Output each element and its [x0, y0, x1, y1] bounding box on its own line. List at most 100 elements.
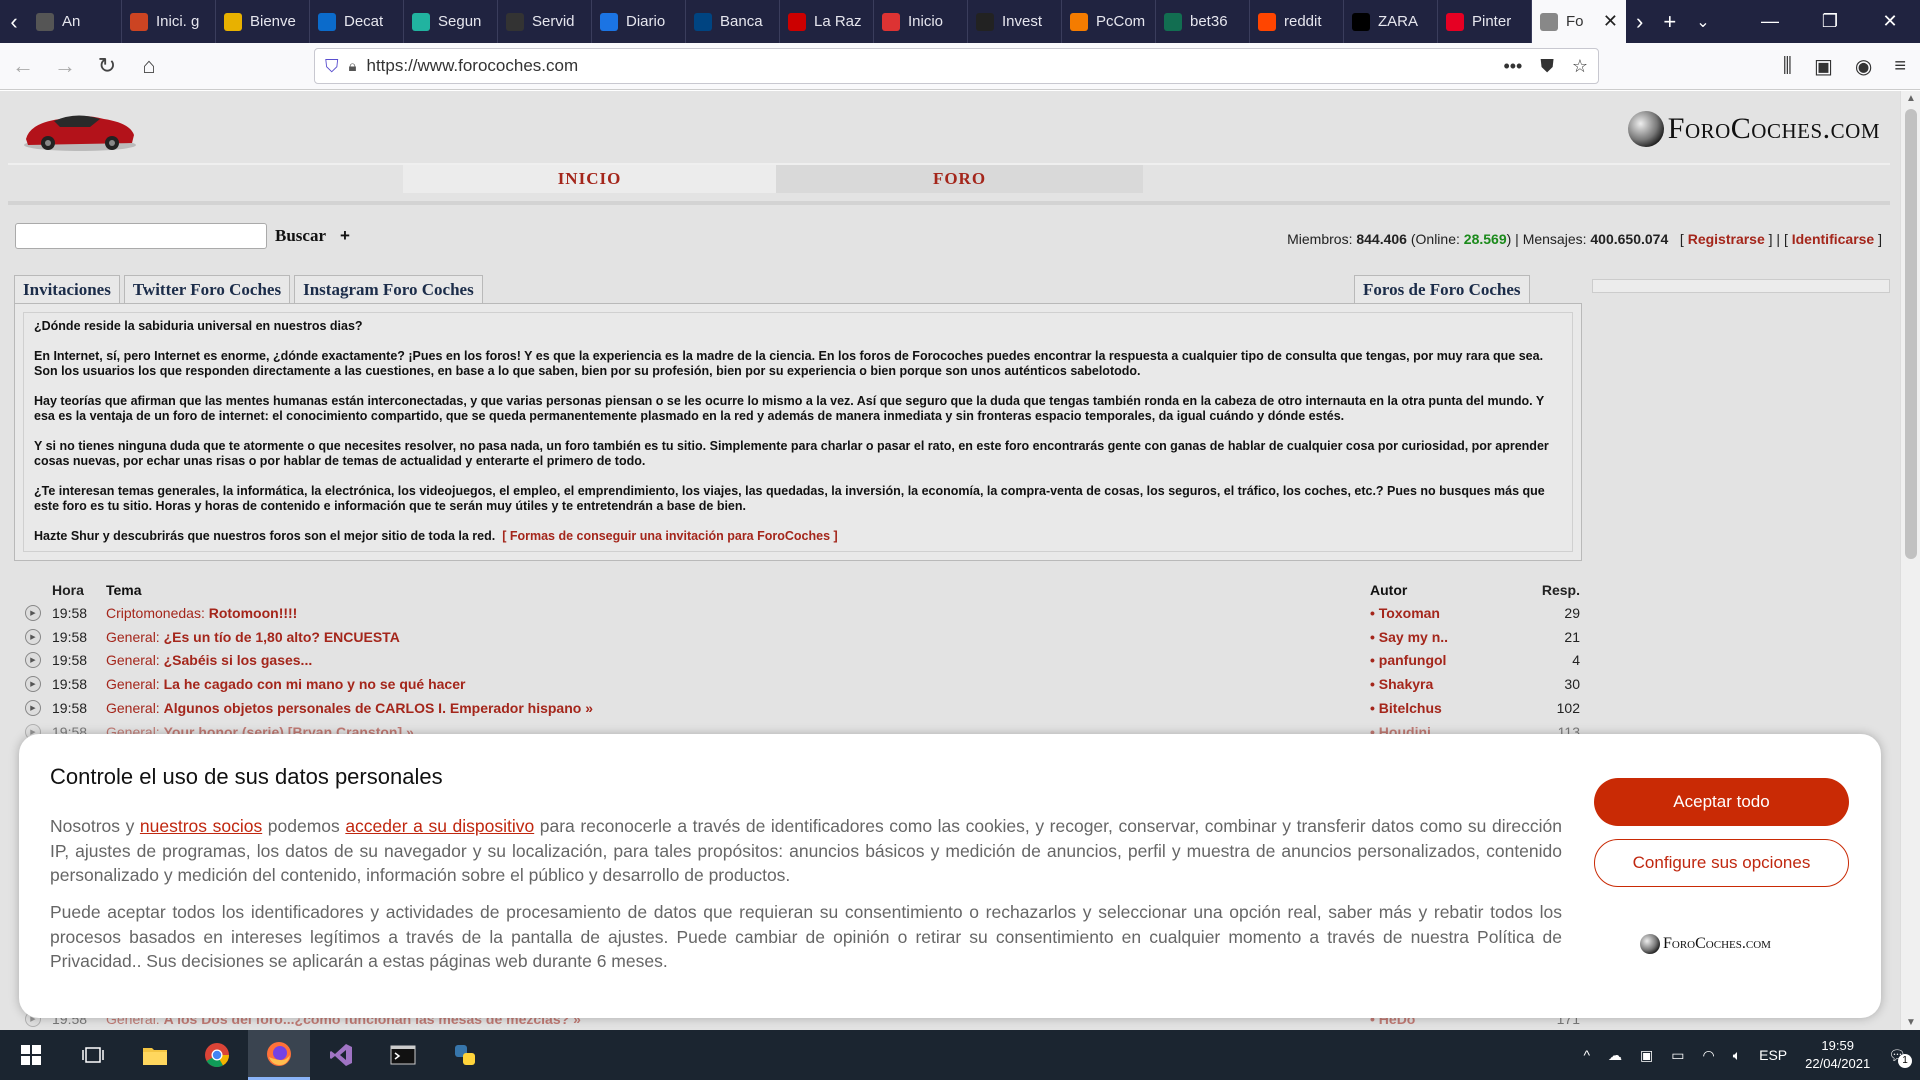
thread-title[interactable]: La he cagado con mi mano y no se qué hac… — [164, 676, 466, 692]
thread-autor-name[interactable]: Shakyra — [1379, 676, 1433, 692]
login-link[interactable]: Identificarse — [1792, 231, 1874, 247]
thread-title[interactable]: ¿Es un tío de 1,80 alto? ENCUESTA — [164, 629, 400, 645]
sidebar-icon[interactable]: ▣ — [1814, 54, 1833, 79]
thread-autor-name[interactable]: Say my n.. — [1379, 629, 1448, 645]
browser-tab[interactable]: An — [28, 0, 122, 43]
forocoches-brand[interactable]: ForoCoches.com — [1627, 111, 1880, 147]
nav-inicio[interactable]: INICIO — [403, 165, 776, 193]
library-icon[interactable]: ⫼ — [1783, 55, 1792, 78]
restore-icon[interactable]: ❐ — [1800, 0, 1860, 43]
browser-tab[interactable]: PcCom — [1062, 0, 1156, 43]
browser-tab[interactable]: ZARA — [1344, 0, 1438, 43]
thread-autor[interactable]: • Shakyra — [1370, 676, 1530, 692]
browser-tab[interactable]: Invest — [968, 0, 1062, 43]
thread-category[interactable]: General: — [106, 652, 160, 668]
thread-autor[interactable]: • Say my n.. — [1370, 629, 1530, 645]
page-actions-icon[interactable]: ••• — [1503, 56, 1522, 77]
address-bar[interactable]: ⛉ 🔒︎ https://www.forocoches.com ••• ⛊ ☆ — [314, 48, 1599, 84]
browser-tab[interactable]: Inicio — [874, 0, 968, 43]
browser-tab[interactable]: Bienve — [216, 0, 310, 43]
browser-tab[interactable]: reddit — [1250, 0, 1344, 43]
bookmark-star-icon[interactable]: ☆ — [1572, 56, 1588, 77]
thread-autor[interactable]: • panfungol — [1370, 652, 1530, 668]
thread-category[interactable]: Criptomonedas: — [106, 605, 205, 621]
tray-app-icon[interactable]: ▣ — [1640, 1047, 1653, 1064]
browser-tab[interactable]: bet36 — [1156, 0, 1250, 43]
home-icon[interactable]: ⌂ — [130, 47, 168, 85]
menu-icon[interactable]: ≡ — [1894, 55, 1906, 78]
browser-tab[interactable]: Pinter — [1438, 0, 1532, 43]
new-tab-icon[interactable]: + — [1663, 9, 1676, 35]
browser-tab[interactable]: Diario — [592, 0, 686, 43]
browser-tab[interactable]: Inici. g — [122, 0, 216, 43]
thread-title[interactable]: Algunos objetos personales de CARLOS I. … — [164, 700, 593, 716]
invite-link[interactable]: [ Formas de conseguir una invitación par… — [502, 529, 837, 543]
tab-scroll-right-icon[interactable]: › — [1636, 9, 1643, 35]
tab-foros[interactable]: Foros de Foro Coches — [1354, 275, 1530, 303]
battery-icon[interactable]: ▭ — [1671, 1047, 1684, 1064]
wifi-icon[interactable]: ◠ — [1703, 1047, 1715, 1064]
thread-autor-name[interactable]: Toxoman — [1379, 605, 1440, 621]
close-window-icon[interactable]: ✕ — [1860, 0, 1920, 43]
back-icon[interactable]: ← — [4, 47, 42, 85]
table-row[interactable]: ▶ 19:58 General: ¿Es un tío de 1,80 alto? … — [14, 625, 1582, 649]
reload-icon[interactable]: ↻ — [88, 47, 126, 85]
thread-category[interactable]: General: — [106, 676, 160, 692]
thread-autor-name[interactable]: panfungol — [1379, 652, 1447, 668]
close-tab-icon[interactable]: ✕ — [1603, 11, 1618, 32]
list-all-tabs-icon[interactable]: ⌄ — [1696, 12, 1709, 32]
chrome-icon[interactable] — [186, 1030, 248, 1080]
onedrive-icon[interactable]: ☁ — [1608, 1047, 1622, 1064]
thread-title[interactable]: Rotomoon!!!! — [209, 605, 298, 621]
thread-autor[interactable]: • Bitelchus — [1370, 700, 1530, 716]
tab-scroll-left-icon[interactable]: ‹ — [0, 0, 28, 43]
url-text[interactable]: https://www.forocoches.com — [366, 56, 578, 76]
scroll-thumb[interactable] — [1905, 109, 1917, 559]
file-explorer-icon[interactable] — [124, 1030, 186, 1080]
language-indicator[interactable]: ESP — [1759, 1047, 1787, 1063]
thread-category[interactable]: General: — [106, 629, 160, 645]
scroll-up-icon[interactable]: ▲ — [1901, 93, 1920, 104]
browser-tab[interactable]: Segun — [404, 0, 498, 43]
tracking-shield-icon[interactable]: ⛉ — [325, 56, 339, 77]
account-icon[interactable]: ◉ — [1855, 54, 1872, 79]
car-logo-icon[interactable] — [20, 105, 140, 155]
browser-tab[interactable]: Banca — [686, 0, 780, 43]
tray-chevron-icon[interactable]: ^ — [1583, 1047, 1590, 1063]
notifications-icon[interactable]: 💬︎ 1 — [1888, 1047, 1912, 1068]
table-row[interactable]: ▶ 19:58 General: Algunos objetos personale… — [14, 696, 1582, 720]
thread-title[interactable]: ¿Sabéis si los gases... — [164, 652, 313, 668]
volume-icon[interactable]: 🔈︎ — [1733, 1047, 1741, 1064]
terminal-icon[interactable] — [372, 1030, 434, 1080]
clock[interactable]: 19:59 22/04/2021 — [1805, 1037, 1870, 1073]
forward-icon[interactable]: → — [46, 47, 84, 85]
pocket-icon[interactable]: ⛊ — [1540, 56, 1554, 77]
thread-autor-name[interactable]: Bitelchus — [1379, 700, 1442, 716]
device-access-link[interactable]: acceder a su dispositivo — [345, 816, 534, 836]
page-scrollbar[interactable]: ▲ ▼ — [1900, 91, 1920, 1030]
configure-options-button[interactable]: Configure sus opciones — [1594, 839, 1849, 887]
tab-instagram[interactable]: Instagram Foro Coches — [294, 275, 483, 303]
accept-all-button[interactable]: Aceptar todo — [1594, 778, 1849, 826]
python-icon[interactable] — [434, 1030, 496, 1080]
tab-invitaciones[interactable]: Invitaciones — [14, 275, 120, 303]
browser-tab[interactable]: Decat — [310, 0, 404, 43]
search-input[interactable] — [15, 223, 267, 249]
thread-autor[interactable]: • Toxoman — [1370, 605, 1530, 621]
register-link[interactable]: Registrarse — [1688, 231, 1765, 247]
advanced-search-button[interactable]: + — [340, 226, 350, 246]
nav-foro[interactable]: FORO — [776, 165, 1143, 193]
search-button[interactable]: Buscar — [275, 226, 326, 246]
table-row[interactable]: ▶ 19:58 General: La he cagado con mi mano … — [14, 672, 1582, 696]
tab-twitter[interactable]: Twitter Foro Coches — [123, 275, 291, 303]
start-icon[interactable] — [0, 1030, 62, 1080]
scroll-down-icon[interactable]: ▼ — [1901, 1017, 1920, 1028]
browser-tab[interactable]: Servid — [498, 0, 592, 43]
browser-tab-active[interactable]: Fo ✕ — [1532, 0, 1626, 43]
minimize-icon[interactable]: — — [1740, 0, 1800, 43]
firefox-icon[interactable] — [248, 1030, 310, 1080]
table-row[interactable]: ▶ 19:58 Criptomonedas: Rotomoon!!!! • Toxom… — [14, 601, 1582, 625]
lock-icon[interactable]: 🔒︎ — [349, 58, 357, 75]
partners-link[interactable]: nuestros socios — [140, 816, 262, 836]
table-row[interactable]: ▶ 19:58 General: ¿Sabéis si los gases... • … — [14, 649, 1582, 673]
